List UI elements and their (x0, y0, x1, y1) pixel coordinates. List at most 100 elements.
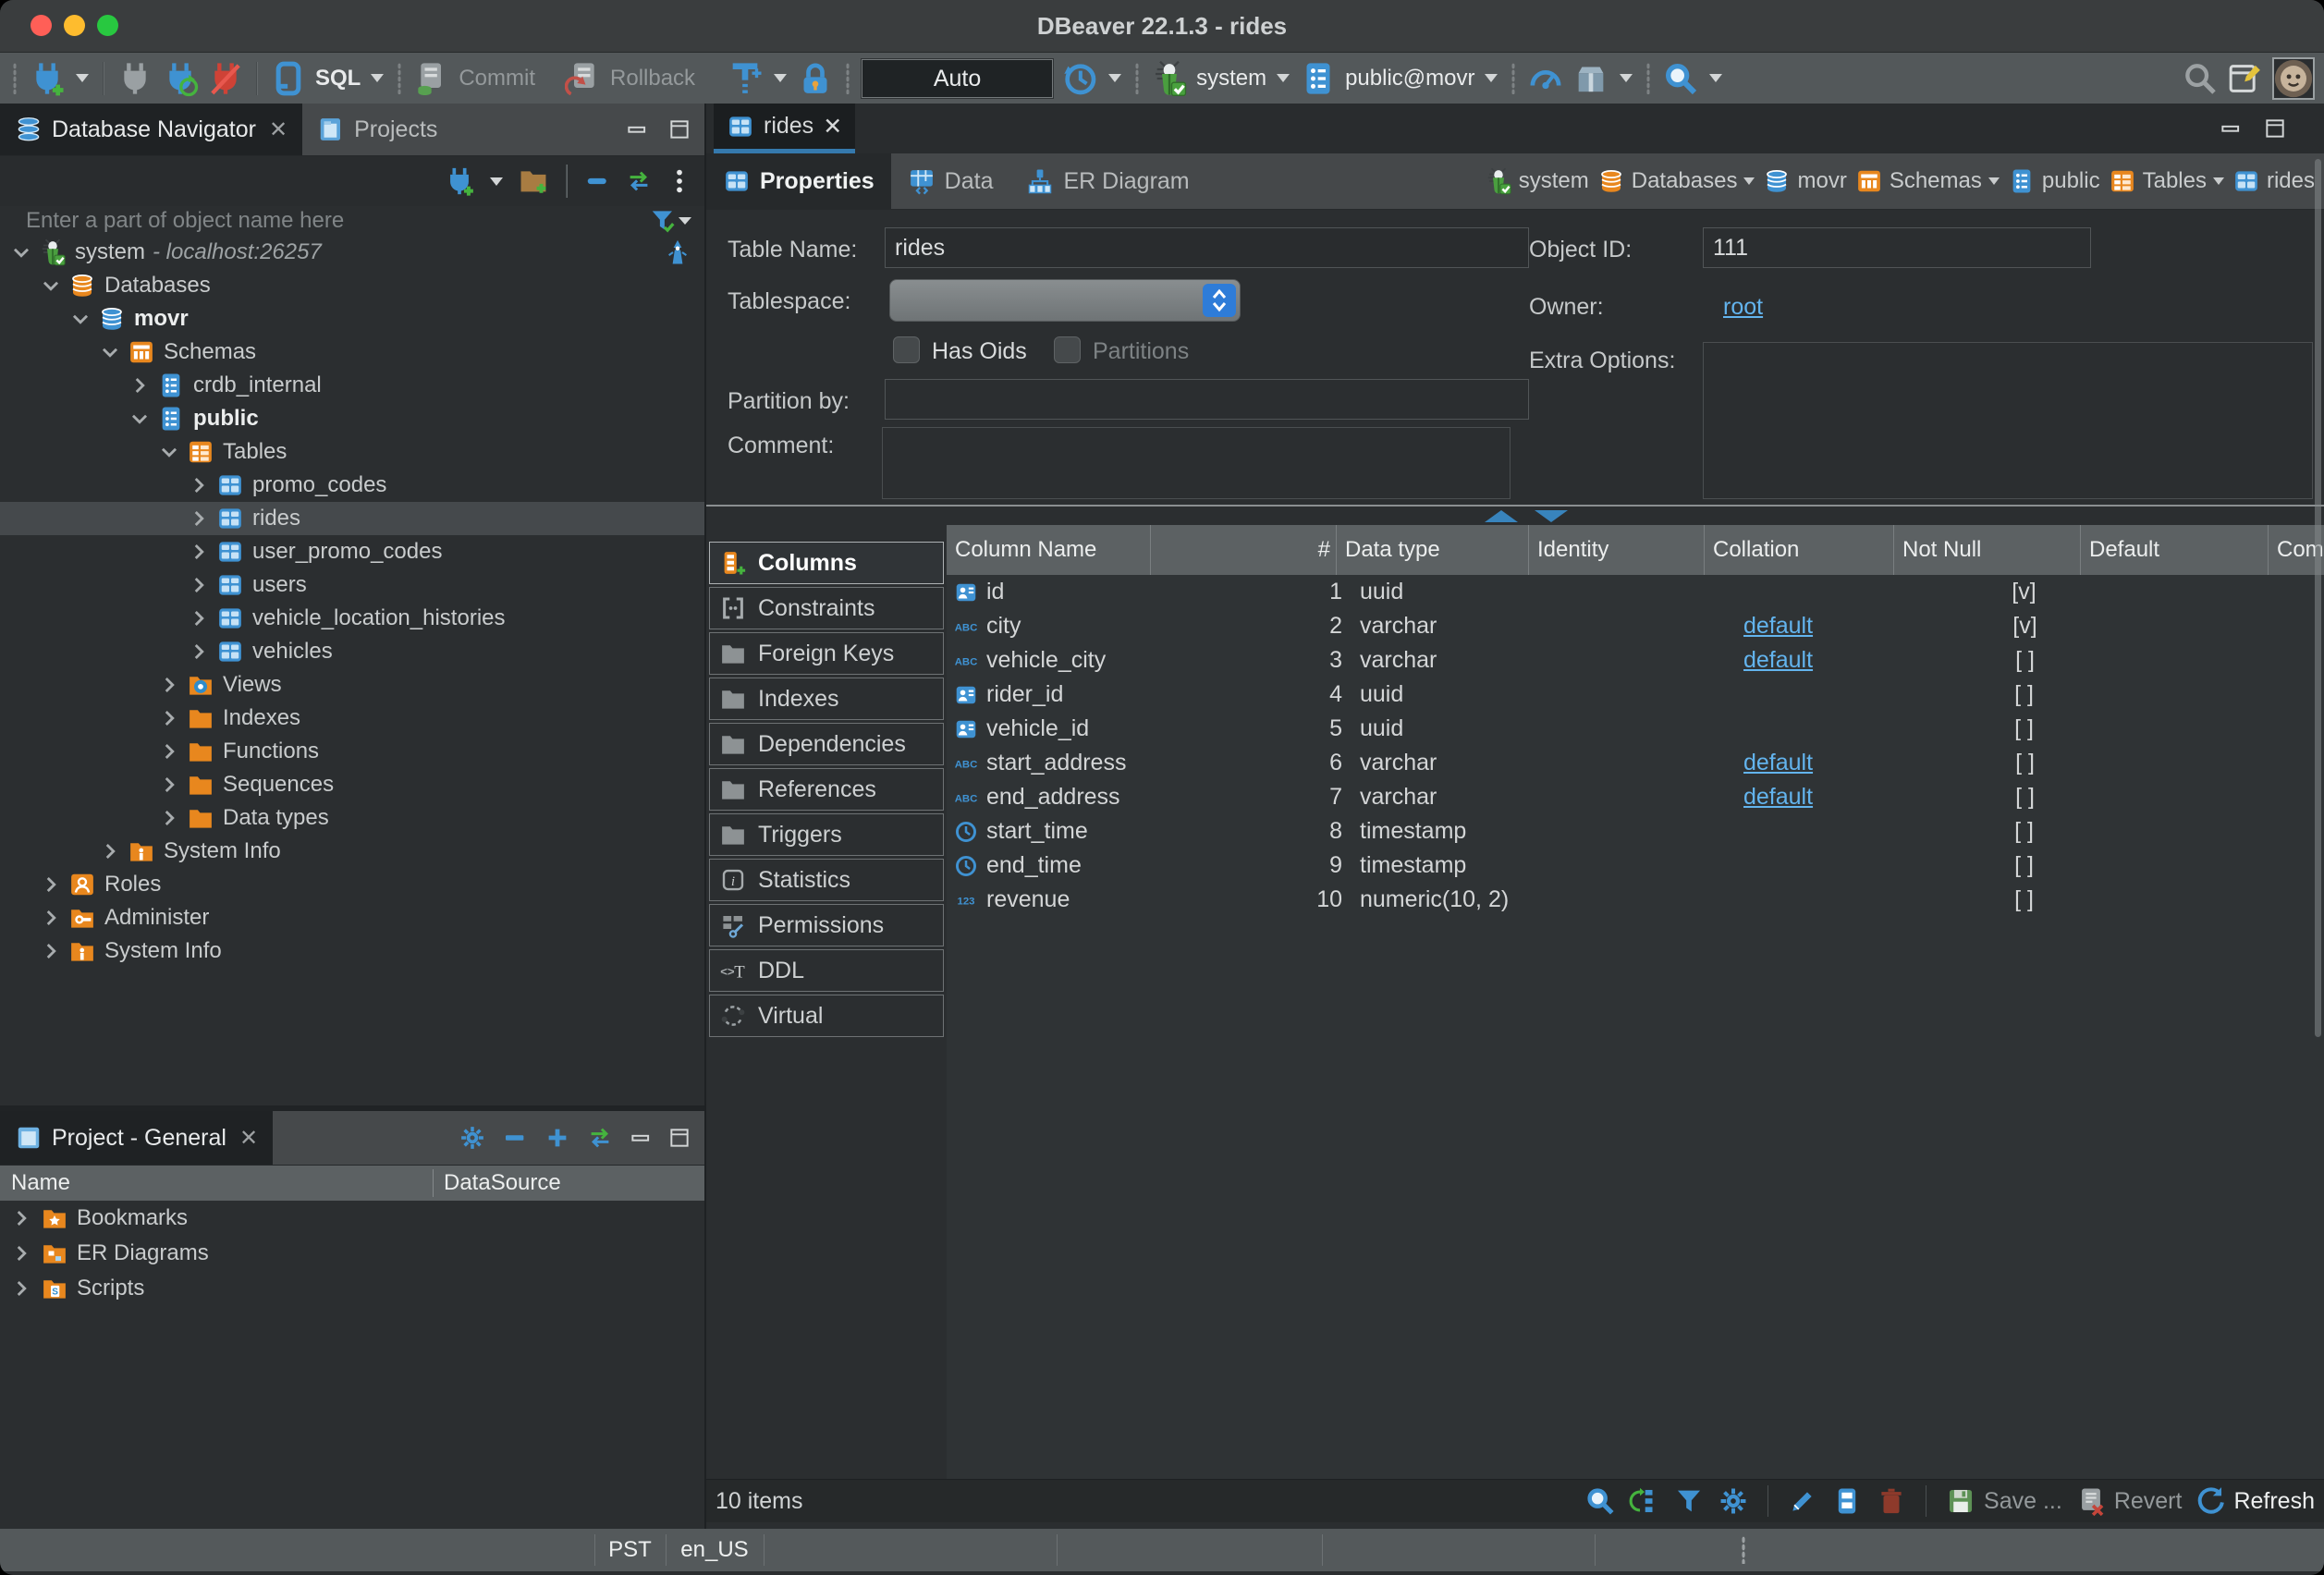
column-row-start_time[interactable]: start_time8timestamp[ ] (947, 814, 2324, 849)
maximize-panel-icon[interactable] (667, 1126, 691, 1150)
collation-link[interactable]: default (1743, 613, 1813, 640)
column-header-column-name[interactable]: Column Name (947, 525, 1150, 575)
new-connection-dropdown-icon[interactable] (76, 74, 89, 82)
tree-item-user-promo-codes[interactable]: user_promo_codes (0, 535, 704, 568)
tree-item-databases[interactable]: Databases (0, 269, 704, 302)
tree-item-vehicles[interactable]: vehicles (0, 635, 704, 668)
combo-stepper-icon[interactable] (1203, 284, 1236, 317)
expander-icon[interactable] (128, 407, 152, 431)
collapse-up-icon[interactable] (1485, 510, 1518, 522)
avatar[interactable] (2272, 57, 2315, 100)
tree-item-promo-codes[interactable]: promo_codes (0, 469, 704, 502)
new-connection-icon[interactable] (29, 60, 66, 97)
tree-item-rides[interactable]: rides (0, 502, 704, 535)
new-connection-dropdown-icon[interactable] (490, 177, 503, 186)
expander-icon[interactable] (187, 473, 211, 497)
project-item-er-diagrams[interactable]: ER Diagrams (0, 1236, 704, 1271)
project-item-scripts[interactable]: SScripts (0, 1271, 704, 1306)
side-tab-dependencies[interactable]: Dependencies (709, 723, 944, 765)
breadcrumb-schemas[interactable]: Schemas (1855, 167, 2000, 195)
new-folder-icon[interactable] (518, 165, 549, 197)
column-header-collation[interactable]: Collation (1704, 525, 1893, 575)
sql-editor-dropdown-icon[interactable] (371, 74, 384, 82)
has-oids-checkbox[interactable] (893, 336, 920, 363)
transaction-dropdown-icon[interactable] (774, 74, 787, 82)
tree-item-vehicle-location-histories[interactable]: vehicle_location_histories (0, 602, 704, 635)
expander-icon[interactable] (9, 1276, 33, 1300)
chevron-down-icon[interactable] (1988, 177, 2000, 185)
column-row-rider_id[interactable]: rider_id4uuid[ ] (947, 678, 2324, 712)
expander-icon[interactable] (187, 640, 211, 664)
expander-icon[interactable] (39, 939, 63, 963)
connect-icon[interactable] (116, 60, 153, 97)
breadcrumb-databases[interactable]: Databases (1597, 167, 1755, 195)
search-dropdown-icon[interactable] (1709, 74, 1722, 82)
performance-monitor-icon[interactable] (1527, 60, 1564, 97)
tree-item-sequences[interactable]: Sequences (0, 768, 704, 801)
column-header--[interactable]: # (1150, 525, 1336, 575)
breadcrumb-rides[interactable]: rides (2232, 167, 2315, 195)
column-header-not-null[interactable]: Not Null (1893, 525, 2080, 575)
expander-icon[interactable] (157, 706, 181, 730)
column-row-vehicle_city[interactable]: ABCvehicle_city3varchardefault[ ] (947, 643, 2324, 678)
tree-item-functions[interactable]: Functions (0, 735, 704, 768)
side-tab-virtual[interactable]: Virtual (709, 995, 944, 1037)
side-tab-columns[interactable]: Columns (709, 542, 944, 584)
sql-editor-button[interactable]: SQL (315, 66, 361, 92)
transaction-log-icon[interactable] (727, 60, 764, 97)
expander-icon[interactable] (157, 739, 181, 763)
expander-icon[interactable] (39, 274, 63, 298)
column-row-revenue[interactable]: 123revenue10numeric(10, 2)[ ] (947, 883, 2324, 917)
breadcrumb-system[interactable]: system (1485, 167, 1589, 195)
gear-icon[interactable] (459, 1124, 486, 1152)
tree-item-system[interactable]: system - localhost:26257 (0, 236, 704, 269)
partitions-checkbox[interactable] (1054, 336, 1081, 363)
tree-item-views[interactable]: Views (0, 668, 704, 702)
connection-dropdown-icon[interactable] (1277, 74, 1290, 82)
editor-scrollbar[interactable] (2315, 159, 2321, 1037)
expander-icon[interactable] (157, 440, 181, 464)
side-tab-permissions[interactable]: Permissions (709, 904, 944, 946)
link-with-editor-icon[interactable] (586, 1124, 614, 1152)
expander-icon[interactable] (187, 606, 211, 630)
tasks-dropdown-icon[interactable] (1620, 74, 1633, 82)
expander-icon[interactable] (187, 540, 211, 564)
new-connection-icon[interactable] (444, 165, 475, 197)
filter-settings-icon[interactable] (649, 207, 677, 235)
open-perspective-icon[interactable] (2227, 60, 2264, 97)
project-item-bookmarks[interactable]: Bookmarks (0, 1201, 704, 1236)
tree-item-users[interactable]: users (0, 568, 704, 602)
side-tab-triggers[interactable]: Triggers (709, 813, 944, 856)
tablespace-combo[interactable] (889, 279, 1241, 322)
filter-dropdown-icon[interactable] (679, 217, 691, 225)
side-tab-constraints[interactable]: Constraints (709, 587, 944, 629)
edit-icon[interactable] (1787, 1485, 1818, 1517)
comment-textarea[interactable] (882, 427, 1511, 499)
breadcrumb-tables[interactable]: Tables (2109, 167, 2224, 195)
breadcrumb-movr[interactable]: movr (1763, 167, 1846, 195)
lock-icon[interactable] (797, 60, 834, 97)
side-tab-indexes[interactable]: Indexes (709, 678, 944, 720)
expand-icon[interactable] (544, 1124, 571, 1152)
expander-icon[interactable] (39, 873, 63, 897)
expander-icon[interactable] (9, 1241, 33, 1265)
rollback-icon[interactable] (565, 60, 602, 97)
collapse-all-icon[interactable] (584, 167, 612, 195)
commit-mode-combo[interactable]: Auto (862, 59, 1053, 98)
side-tab-foreign-keys[interactable]: Foreign Keys (709, 632, 944, 675)
chevron-down-icon[interactable] (2213, 177, 2224, 185)
tree-item-crdb-internal[interactable]: crdb_internal (0, 369, 704, 402)
maximize-panel-icon[interactable] (667, 117, 691, 141)
schema-dropdown-icon[interactable] (1485, 74, 1498, 82)
delete-icon[interactable] (1876, 1485, 1907, 1517)
side-tab-statistics[interactable]: iStatistics (709, 859, 944, 901)
column-row-city[interactable]: ABCcity2varchardefault[v] (947, 609, 2324, 643)
expander-icon[interactable] (157, 806, 181, 830)
tab-projects[interactable]: Projects (302, 104, 452, 155)
sql-editor-icon[interactable] (270, 60, 307, 97)
save-button[interactable]: Save ... (1945, 1485, 2062, 1517)
expander-icon[interactable] (187, 573, 211, 597)
owner-link[interactable]: root (1723, 294, 1763, 321)
reconnect-icon[interactable] (162, 60, 199, 97)
expander-icon[interactable] (9, 240, 33, 264)
